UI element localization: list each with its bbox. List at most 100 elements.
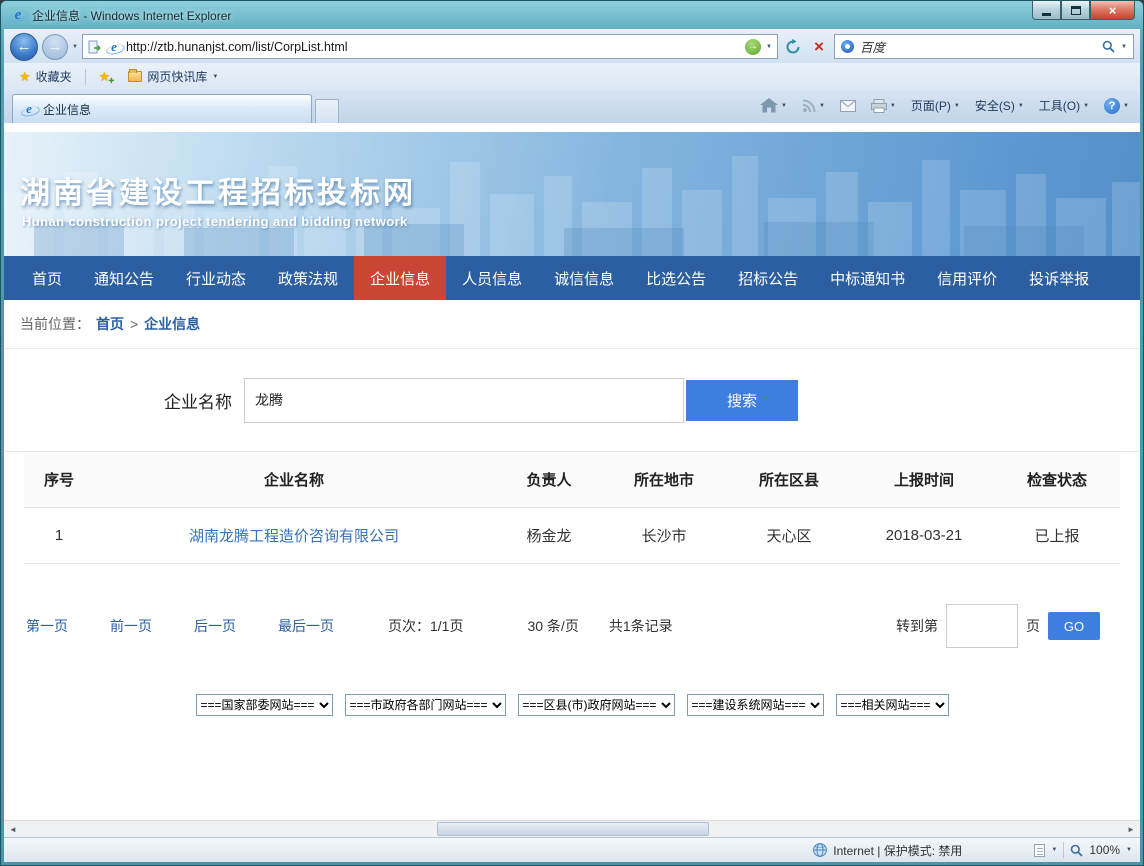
cell-report-date: 2018-03-21: [854, 508, 994, 564]
nav-item-notices[interactable]: 通知公告: [78, 256, 170, 300]
scrollbar-thumb[interactable]: [437, 822, 709, 836]
refresh-button[interactable]: [782, 35, 804, 59]
scrollbar-track[interactable]: [22, 821, 1122, 837]
page-info: 页次：1/1页: [388, 616, 463, 636]
help-button[interactable]: ?▼: [1101, 96, 1132, 116]
zoom-icon[interactable]: [1070, 844, 1083, 857]
search-icon[interactable]: [1102, 40, 1115, 53]
address-page-icon[interactable]: [88, 40, 102, 54]
forward-button[interactable]: →: [42, 34, 68, 60]
nav-item-tender[interactable]: 招标公告: [722, 256, 814, 300]
main-navigation: 首页 通知公告 行业动态 政策法规 企业信息 人员信息 诚信信息 比选公告 招标…: [4, 256, 1140, 300]
help-icon: ?: [1104, 98, 1120, 114]
nav-item-comparison[interactable]: 比选公告: [630, 256, 722, 300]
company-search-form: 企业名称 搜索: [4, 348, 1140, 452]
home-button[interactable]: ▼: [757, 96, 790, 115]
col-header-report-date: 上报时间: [854, 452, 994, 508]
favorites-star-icon: ★: [19, 69, 31, 85]
read-mail-button[interactable]: [837, 98, 859, 114]
goto-go-button[interactable]: GO: [1048, 612, 1100, 640]
favorites-label: 收藏夹: [36, 68, 72, 85]
rss-icon: [802, 99, 816, 113]
back-button[interactable]: ←: [10, 33, 38, 61]
history-dropdown-icon[interactable]: ▼: [72, 44, 78, 50]
search-submit-button[interactable]: 搜索: [686, 380, 798, 421]
tab-company-info[interactable]: e 企业信息: [12, 94, 312, 123]
safety-menu-button[interactable]: 安全(S)▼: [972, 95, 1027, 116]
nav-item-complaints[interactable]: 投诉举报: [1013, 256, 1105, 300]
window-title: 企业信息 - Windows Internet Explorer: [32, 7, 231, 24]
site-title: 湖南省建设工程招标投标网: [20, 168, 416, 212]
feeds-button[interactable]: 网页快讯库 ▼: [121, 66, 225, 87]
url-text[interactable]: http://ztb.hunanjst.com/list/CorpList.ht…: [126, 40, 740, 54]
close-icon: ×: [1109, 3, 1117, 18]
feeds-label: 网页快讯库: [147, 68, 207, 85]
company-detail-link[interactable]: 湖南龙腾工程造价咨询有限公司: [189, 528, 399, 545]
address-dropdown-icon[interactable]: ▼: [766, 44, 772, 50]
add-favorite-button[interactable]: ★+: [92, 67, 118, 87]
select-district-gov-sites[interactable]: ===区县(市)政府网站===: [518, 694, 675, 716]
nav-item-home[interactable]: 首页: [16, 256, 78, 300]
site-banner: 湖南省建设工程招标投标网 Hunan construction project …: [4, 132, 1140, 256]
ie-logo-icon: e: [10, 7, 26, 23]
mail-icon: [840, 100, 856, 112]
baidu-icon: [841, 40, 854, 53]
pagination: 第一页 前一页 后一页 最后一页 页次：1/1页 30 条/页 共1条记录 转到…: [26, 604, 1118, 648]
prev-page-link[interactable]: 前一页: [110, 616, 152, 636]
search-engine-text[interactable]: 百度: [860, 37, 1096, 56]
stop-button[interactable]: ×: [808, 35, 830, 59]
company-name-label: 企业名称: [164, 388, 232, 413]
next-page-link[interactable]: 后一页: [194, 616, 236, 636]
horizontal-scrollbar[interactable]: ◄ ►: [4, 820, 1140, 837]
tools-menu-label: 工具(O): [1039, 97, 1080, 114]
scroll-left-button[interactable]: ◄: [4, 821, 22, 837]
nav-item-credit-info[interactable]: 诚信信息: [538, 256, 630, 300]
select-national-sites[interactable]: ===国家部委网站===: [196, 694, 333, 716]
new-tab-button[interactable]: [315, 99, 339, 123]
feeds-dropdown-icon: ▼: [212, 74, 218, 80]
goto-page-input[interactable]: [946, 604, 1018, 648]
goto-suffix: 页: [1026, 616, 1040, 636]
cell-person: 杨金龙: [494, 508, 604, 564]
search-box[interactable]: 百度 ▼: [834, 34, 1134, 59]
footer-site-links: ===国家部委网站=== ===市政府各部门网站=== ===区县(市)政府网站…: [4, 694, 1140, 716]
page-favicon-icon: e: [107, 40, 121, 54]
nav-item-industry[interactable]: 行业动态: [170, 256, 262, 300]
page-menu-button[interactable]: 页面(P)▼: [908, 95, 963, 116]
breadcrumb: 当前位置： 首页 > 企业信息: [4, 300, 1140, 348]
favorites-button[interactable]: ★ 收藏夹: [12, 66, 79, 87]
add-favorite-icon: ★+: [99, 69, 111, 85]
page-mode-dropdown-icon[interactable]: ▼: [1051, 847, 1057, 853]
nav-item-company-info[interactable]: 企业信息: [354, 256, 446, 300]
nav-item-personnel[interactable]: 人员信息: [446, 256, 538, 300]
select-construction-sites[interactable]: ===建设系统网站===: [687, 694, 824, 716]
print-button[interactable]: ▼: [868, 97, 899, 115]
title-bar[interactable]: e 企业信息 - Windows Internet Explorer ×: [4, 1, 1140, 29]
last-page-link[interactable]: 最后一页: [278, 616, 334, 636]
home-icon: [760, 98, 778, 113]
search-dropdown-icon[interactable]: ▼: [1121, 44, 1127, 50]
select-related-sites[interactable]: ===相关网站===: [836, 694, 949, 716]
page-mode-icon[interactable]: [1034, 844, 1045, 857]
nav-item-credit-rating[interactable]: 信用评价: [921, 256, 1013, 300]
feeds-command-button[interactable]: ▼: [799, 97, 828, 115]
minimize-button[interactable]: [1032, 1, 1061, 20]
scroll-right-button[interactable]: ►: [1122, 821, 1140, 837]
breadcrumb-current-link[interactable]: 企业信息: [144, 314, 200, 334]
minimize-icon: [1042, 13, 1051, 16]
nav-item-policy[interactable]: 政策法规: [262, 256, 354, 300]
print-icon: [871, 99, 887, 113]
zoom-level[interactable]: 100%: [1089, 843, 1120, 857]
company-name-input[interactable]: [244, 378, 684, 423]
select-city-gov-sites[interactable]: ===市政府各部门网站===: [345, 694, 506, 716]
close-button[interactable]: ×: [1090, 1, 1135, 20]
maximize-button[interactable]: [1061, 1, 1090, 20]
nav-item-award-notice[interactable]: 中标通知书: [814, 256, 921, 300]
go-button[interactable]: →: [745, 39, 761, 55]
address-field[interactable]: e http://ztb.hunanjst.com/list/CorpList.…: [82, 34, 778, 59]
zoom-dropdown-icon[interactable]: ▼: [1126, 847, 1132, 853]
breadcrumb-home-link[interactable]: 首页: [96, 314, 124, 334]
tools-menu-button[interactable]: 工具(O)▼: [1036, 95, 1092, 116]
first-page-link[interactable]: 第一页: [26, 616, 68, 636]
window-controls: ×: [1032, 1, 1135, 20]
